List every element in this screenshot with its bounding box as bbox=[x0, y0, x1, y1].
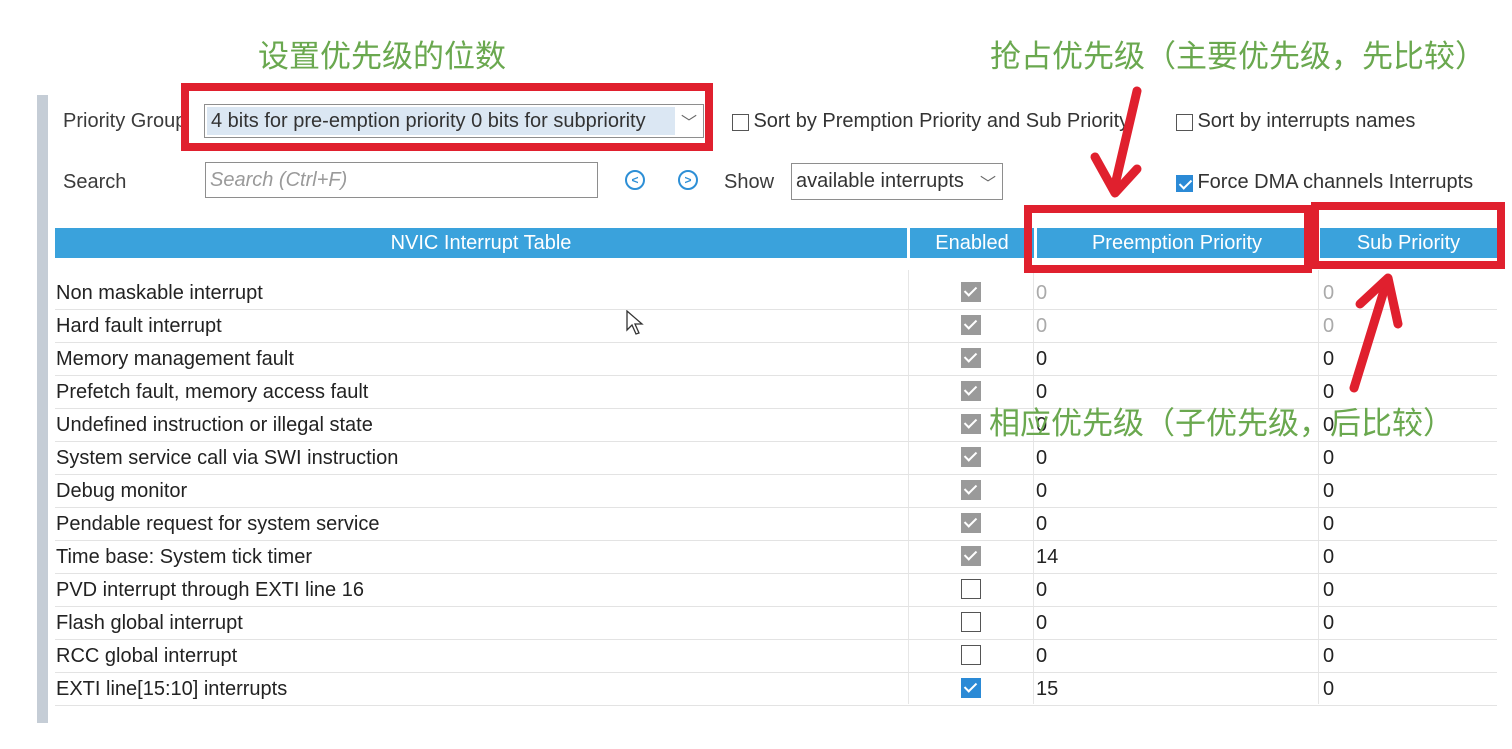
interrupt-name: Prefetch fault, memory access fault bbox=[56, 381, 369, 403]
annotation-preemption: 抢占优先级（主要优先级，先比较） bbox=[990, 39, 1486, 75]
force-dma-option[interactable]: Force DMA channels Interrupts bbox=[1176, 171, 1473, 194]
force-dma-label: Force DMA channels Interrupts bbox=[1197, 171, 1474, 193]
sub-priority-value[interactable]: 0 bbox=[1323, 546, 1334, 569]
sort-premption-label: Sort by Premption Priority and Sub Prior… bbox=[753, 110, 1130, 132]
preemption-priority-value[interactable]: 0 bbox=[1036, 315, 1047, 338]
preemption-priority-value[interactable]: 0 bbox=[1036, 513, 1047, 536]
interrupt-name: PVD interrupt through EXTI line 16 bbox=[56, 579, 364, 601]
table-row[interactable]: Debug monitor 0 0 bbox=[55, 474, 1497, 508]
enabled-checkbox bbox=[961, 348, 981, 368]
sub-priority-value[interactable]: 0 bbox=[1323, 447, 1334, 470]
enabled-checkbox bbox=[961, 282, 981, 302]
show-label: Show bbox=[724, 171, 775, 193]
chevron-down-icon: ﹀ bbox=[979, 175, 996, 193]
search-previous-icon[interactable]: < bbox=[625, 170, 645, 190]
table-row[interactable]: RCC global interrupt 0 0 bbox=[55, 639, 1497, 673]
interrupt-name: Memory management fault bbox=[56, 348, 294, 370]
header-enabled[interactable]: Enabled bbox=[910, 228, 1034, 258]
annotation-priority-bits: 设置优先级的位数 bbox=[258, 39, 506, 75]
enabled-checkbox[interactable] bbox=[961, 678, 981, 698]
interrupt-name: Debug monitor bbox=[56, 480, 188, 502]
arrow-up-icon bbox=[1349, 273, 1403, 393]
sub-priority-value[interactable]: 0 bbox=[1323, 645, 1334, 668]
interrupt-name: Undefined instruction or illegal state bbox=[56, 414, 373, 436]
sort-premption-checkbox[interactable] bbox=[732, 114, 749, 132]
enabled-checkbox bbox=[961, 480, 981, 500]
interrupt-name: EXTI line[15:10] interrupts bbox=[56, 678, 288, 700]
priority-group-label: Priority Group bbox=[63, 110, 187, 132]
enabled-checkbox bbox=[961, 315, 981, 335]
table-row[interactable]: System service call via SWI instruction 0… bbox=[55, 441, 1497, 475]
interrupt-name: Flash global interrupt bbox=[56, 612, 243, 634]
table-row[interactable]: PVD interrupt through EXTI line 16 0 0 bbox=[55, 573, 1497, 607]
table-row[interactable]: Non maskable interrupt 0 0 bbox=[55, 276, 1497, 310]
sub-priority-value[interactable]: 0 bbox=[1323, 315, 1334, 338]
sub-priority-value[interactable]: 0 bbox=[1323, 678, 1334, 701]
show-select[interactable]: available interrupts ﹀ bbox=[791, 163, 1003, 200]
table-row[interactable]: Flash global interrupt 0 0 bbox=[55, 606, 1497, 640]
preemption-priority-value[interactable]: 0 bbox=[1036, 645, 1047, 668]
search-label: Search bbox=[63, 171, 127, 193]
enabled-checkbox bbox=[961, 513, 981, 533]
preemption-priority-value[interactable]: 0 bbox=[1036, 348, 1047, 371]
table-row[interactable]: Time base: System tick timer 14 0 bbox=[55, 540, 1497, 574]
enabled-checkbox[interactable] bbox=[961, 579, 981, 599]
enabled-checkbox bbox=[961, 546, 981, 566]
annotation-subpriority: 相应优先级（子优先级，后比较） bbox=[989, 406, 1454, 442]
sub-priority-value[interactable]: 0 bbox=[1323, 513, 1334, 536]
highlight-preemption-header bbox=[1024, 205, 1312, 273]
preemption-priority-value[interactable]: 15 bbox=[1036, 678, 1058, 701]
sort-names-checkbox[interactable] bbox=[1176, 114, 1193, 132]
sub-priority-value[interactable]: 0 bbox=[1323, 282, 1334, 305]
force-dma-checkbox[interactable] bbox=[1176, 175, 1193, 193]
enabled-checkbox bbox=[961, 381, 981, 401]
arrow-down-icon bbox=[1090, 86, 1142, 198]
table-row[interactable]: Memory management fault 0 0 bbox=[55, 342, 1497, 376]
sub-priority-value[interactable]: 0 bbox=[1323, 612, 1334, 635]
preemption-priority-value[interactable]: 0 bbox=[1036, 612, 1047, 635]
sub-priority-value[interactable]: 0 bbox=[1323, 348, 1334, 371]
sort-premption-option[interactable]: Sort by Premption Priority and Sub Prior… bbox=[732, 110, 1129, 133]
enabled-checkbox bbox=[961, 447, 981, 467]
header-nvic-table[interactable]: NVIC Interrupt Table bbox=[55, 228, 907, 258]
preemption-priority-value[interactable]: 14 bbox=[1036, 546, 1058, 569]
mouse-pointer-icon bbox=[626, 310, 644, 335]
enabled-checkbox bbox=[961, 414, 981, 434]
search-input[interactable]: Search (Ctrl+F) bbox=[205, 162, 598, 198]
table-row[interactable]: Hard fault interrupt 0 0 bbox=[55, 309, 1497, 343]
sort-names-option[interactable]: Sort by interrupts names bbox=[1176, 110, 1415, 133]
preemption-priority-value[interactable]: 0 bbox=[1036, 447, 1047, 470]
interrupt-name: RCC global interrupt bbox=[56, 645, 238, 667]
interrupt-name: Hard fault interrupt bbox=[56, 315, 222, 337]
interrupt-name: System service call via SWI instruction bbox=[56, 447, 399, 469]
left-panel-border bbox=[37, 95, 48, 723]
search-next-icon[interactable]: > bbox=[678, 170, 698, 190]
sub-priority-value[interactable]: 0 bbox=[1323, 579, 1334, 602]
show-value: available interrupts bbox=[796, 170, 964, 192]
preemption-priority-value[interactable]: 0 bbox=[1036, 480, 1047, 503]
table-row[interactable]: Pendable request for system service 0 0 bbox=[55, 507, 1497, 541]
interrupt-name: Pendable request for system service bbox=[56, 513, 380, 535]
preemption-priority-value[interactable]: 0 bbox=[1036, 579, 1047, 602]
table-row[interactable]: EXTI line[15:10] interrupts 15 0 bbox=[55, 672, 1497, 706]
sub-priority-value[interactable]: 0 bbox=[1323, 480, 1334, 503]
enabled-checkbox[interactable] bbox=[961, 612, 981, 632]
highlight-sub-priority-header bbox=[1311, 202, 1505, 269]
preemption-priority-value[interactable]: 0 bbox=[1036, 282, 1047, 305]
interrupt-name: Non maskable interrupt bbox=[56, 282, 263, 304]
interrupt-name: Time base: System tick timer bbox=[56, 546, 312, 568]
enabled-checkbox[interactable] bbox=[961, 645, 981, 665]
sort-names-label: Sort by interrupts names bbox=[1197, 110, 1416, 132]
highlight-priority-group bbox=[181, 83, 713, 151]
